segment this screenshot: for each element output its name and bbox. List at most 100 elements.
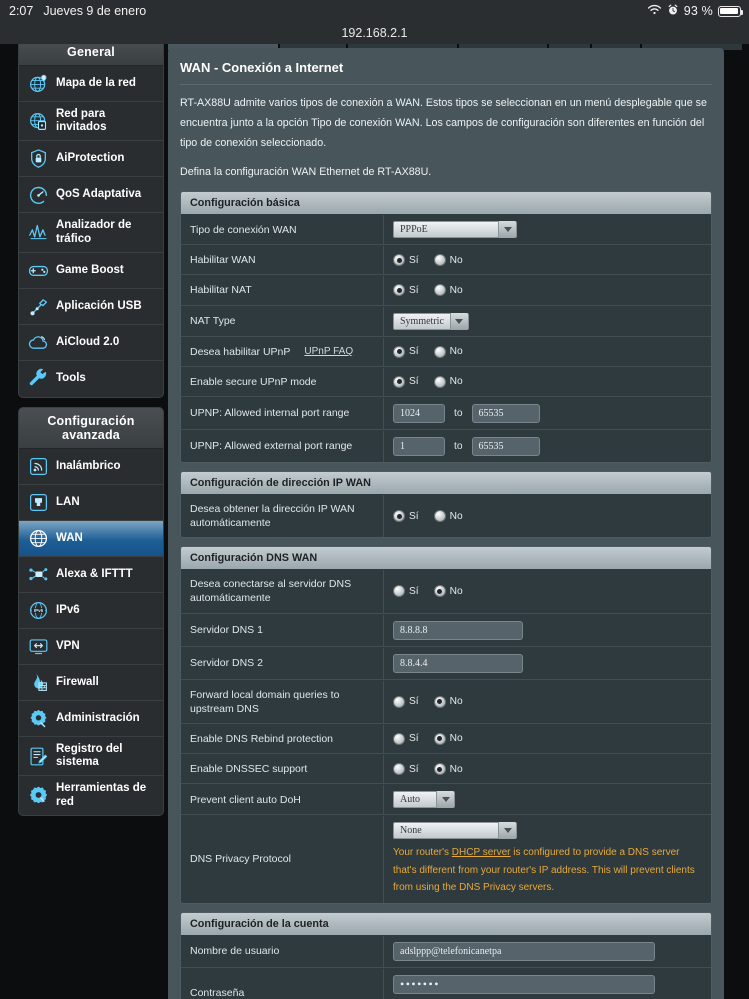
row-nat-type: NAT Type Symmetric <box>181 306 711 337</box>
radio-label: No <box>449 763 463 775</box>
section-basic-config: Configuración básica Tipo de conexión WA… <box>180 191 712 463</box>
status-date: Jueves 9 de enero <box>43 4 147 18</box>
sidebar-item-mapa-de-la-red[interactable]: Mapa de la red <box>19 66 163 102</box>
globe-icon <box>27 527 49 549</box>
sidebar-item-label: Registro del sistema <box>56 742 123 769</box>
usb-icon <box>27 295 49 317</box>
radio-icon <box>433 254 446 267</box>
enable-nat-yes[interactable]: Sí <box>393 284 419 297</box>
sidebar-item-label: Game Boost <box>56 263 124 276</box>
row-label: Servidor DNS 1 <box>190 623 263 636</box>
sidebar-item-aplicacion-usb[interactable]: Aplicación USB <box>19 289 163 325</box>
sidebar-item-tools[interactable]: Tools <box>19 361 163 397</box>
sidebar-item-lan[interactable]: LAN <box>19 485 163 521</box>
upnp-internal-to-input[interactable]: 65535 <box>471 403 540 423</box>
auto-dns-no[interactable]: No <box>433 585 463 598</box>
nat-type-select[interactable]: Symmetric <box>393 312 469 330</box>
sidebar-item-qos-adaptativa[interactable]: QoS Adaptativa <box>19 177 163 214</box>
forward-yes[interactable]: Sí <box>393 695 419 708</box>
row-username: Nombre de usuario adslppp@telefonicanetp… <box>181 935 711 968</box>
dns2-input[interactable]: 8.8.4.4 <box>393 653 523 673</box>
dhcp-server-link[interactable]: DHCP server <box>452 847 511 858</box>
row-label: DNS Privacy Protocol <box>190 853 291 866</box>
auto-ip-yes[interactable]: Sí <box>393 510 419 523</box>
sidebar-item-wan[interactable]: WAN <box>19 520 163 557</box>
sidebar-item-inalambrico[interactable]: Inalámbrico <box>19 449 163 485</box>
dnssec-yes[interactable]: Sí <box>393 763 419 776</box>
rebind-yes[interactable]: Sí <box>393 732 419 745</box>
row-label: Contraseña <box>190 986 245 999</box>
wireless-icon <box>27 455 49 477</box>
secure-upnp-yes[interactable]: Sí <box>393 375 419 388</box>
alexa-ifttt-icon <box>27 563 49 585</box>
upnp-internal-from-input[interactable]: 1024 <box>393 403 445 423</box>
radio-label: No <box>449 510 463 522</box>
title-divider <box>180 84 712 85</box>
row-dns1: Servidor DNS 1 8.8.8.8 <box>181 614 711 647</box>
upnp-no[interactable]: No <box>433 345 463 358</box>
dns-privacy-select[interactable]: None <box>393 822 517 840</box>
radio-icon <box>393 375 405 388</box>
enable-wan-yes[interactable]: Sí <box>393 254 419 267</box>
sidebar-item-analizador-de-trafico[interactable]: Analizador de tráfico <box>19 213 163 253</box>
radio-label: No <box>449 696 463 708</box>
sidebar-item-firewall[interactable]: Firewall <box>19 665 163 701</box>
guest-network-icon <box>27 110 49 132</box>
sidebar-item-game-boost[interactable]: Game Boost <box>19 253 163 289</box>
radio-icon <box>393 345 405 358</box>
range-to-label: to <box>454 440 463 452</box>
upnp-external-to-input[interactable]: 65535 <box>471 436 540 456</box>
auto-dns-yes[interactable]: Sí <box>393 585 419 598</box>
sidebar-item-registro-del-sistema[interactable]: Registro del sistema <box>19 737 163 777</box>
sidebar-item-ipv6[interactable]: IPv6 IPv6 <box>19 593 163 629</box>
forward-no[interactable]: No <box>433 695 463 708</box>
sidebar-item-herramientas-de-red[interactable]: Herramientas de red <box>19 776 163 814</box>
svg-text:IPv6: IPv6 <box>33 608 43 613</box>
webpage: Conexión a Internet Dual WAN Activador d… <box>0 22 749 999</box>
sidebar-item-aicloud[interactable]: AiCloud 2.0 <box>19 325 163 361</box>
status-time: 2:07 <box>9 4 34 18</box>
cloud-icon <box>27 331 49 353</box>
sidebar-item-label: Red para invitados <box>56 108 107 134</box>
sidebar-item-label: AiProtection <box>56 152 125 165</box>
url-bar[interactable]: 192.168.2.1 <box>0 22 749 44</box>
row-upnp-external-range: UPNP: Allowed external port range 1 to 6… <box>181 430 711 462</box>
row-dns2: Servidor DNS 2 8.8.4.4 <box>181 647 711 680</box>
sidebar-item-aiprotection[interactable]: AiProtection <box>19 141 163 178</box>
sidebar-item-administracion[interactable]: Administración <box>19 701 163 737</box>
sidebar-item-label: Tools <box>56 372 86 385</box>
sidebar-item-vpn[interactable]: VPN <box>19 629 163 665</box>
radio-icon <box>433 510 446 523</box>
upnp-yes[interactable]: Sí <box>393 345 419 358</box>
enable-nat-no[interactable]: No <box>433 284 463 297</box>
sidebar-item-red-para-invitados[interactable]: Red para invitados <box>19 102 163 142</box>
wrench-icon <box>27 368 49 390</box>
radio-icon <box>393 284 405 297</box>
rebind-no[interactable]: No <box>433 732 463 745</box>
radio-icon <box>393 695 405 708</box>
url-text: 192.168.2.1 <box>341 26 408 40</box>
sidebar: General Mapa de la red Red para invitado… <box>18 38 164 825</box>
row-upnp-internal-range: UPNP: Allowed internal port range 1024 t… <box>181 397 711 430</box>
radio-icon <box>433 345 446 358</box>
dns1-input[interactable]: 8.8.8.8 <box>393 620 523 640</box>
dnssec-no[interactable]: No <box>433 763 463 776</box>
auto-ip-no[interactable]: No <box>433 510 463 523</box>
enable-wan-no[interactable]: No <box>433 254 463 267</box>
row-wan-type: Tipo de conexión WAN PPPoE <box>181 214 711 246</box>
wan-type-select[interactable]: PPPoE <box>393 221 517 239</box>
username-input[interactable]: adslppp@telefonicanetpa <box>393 941 655 961</box>
upnp-faq-link[interactable]: UPnP FAQ <box>304 345 353 359</box>
row-password: Contraseña ••••••• Mostrar contraseña <box>181 968 711 999</box>
section-ip-wan-config: Configuración de dirección IP WAN Desea … <box>180 470 712 539</box>
doh-select[interactable]: Auto <box>393 791 455 809</box>
section-account-config: Configuración de la cuenta Nombre de usu… <box>180 911 712 999</box>
upnp-external-from-input[interactable]: 1 <box>393 436 445 456</box>
sidebar-item-label: VPN <box>56 639 80 652</box>
secure-upnp-no[interactable]: No <box>433 375 463 388</box>
nat-type-value: Symmetric <box>400 315 444 327</box>
sidebar-item-label: Inalámbrico <box>56 459 121 472</box>
radio-label: Sí <box>409 733 419 745</box>
password-input[interactable]: ••••••• <box>393 974 655 994</box>
sidebar-item-alexa-ifttt[interactable]: Alexa & IFTTT <box>19 557 163 593</box>
